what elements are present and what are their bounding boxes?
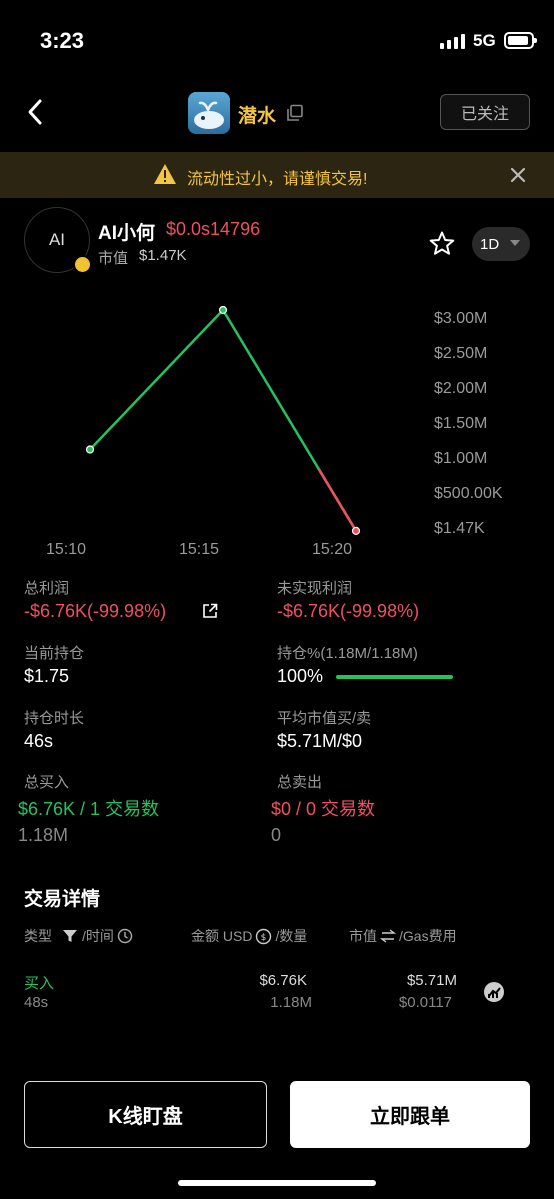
x-tick: 15:10 xyxy=(46,541,87,558)
duration-value: 46s xyxy=(24,731,54,751)
holding-progress-bar xyxy=(336,675,453,679)
duration-label: 持仓时长 xyxy=(24,710,85,727)
column-qty-label: /数量 xyxy=(275,928,308,944)
x-tick: 15:20 xyxy=(312,541,353,558)
total-buy-value: $6.76K / 1 交易数 xyxy=(18,799,160,819)
whale-logo-icon xyxy=(188,92,230,134)
status-time: 3:23 xyxy=(40,28,85,53)
y-tick: $1.50M xyxy=(434,415,488,432)
copy-trade-button[interactable]: 立即跟单 xyxy=(290,1081,530,1148)
trade-type: 买入 xyxy=(24,975,55,992)
x-tick: 15:15 xyxy=(179,541,220,558)
y-tick: $2.00M xyxy=(434,380,488,397)
price-chart: $3.00M $2.50M $2.00M $1.50M $1.00M $500.… xyxy=(0,290,554,570)
page-title: 潜水 xyxy=(238,106,277,127)
y-tick: $2.50M xyxy=(434,345,488,362)
total-sell-label: 总卖出 xyxy=(277,774,323,791)
data-point xyxy=(351,526,361,535)
signal-icon xyxy=(440,33,465,49)
external-link-icon[interactable] xyxy=(202,603,218,619)
star-icon[interactable] xyxy=(428,230,456,258)
kline-monitor-button[interactable]: K线盯盘 xyxy=(24,1081,267,1148)
unrealized-profit-value: -$6.76K(-99.98%) xyxy=(277,601,420,621)
total-sell-value: $0 / 0 交易数 xyxy=(271,799,376,819)
avg-mcap-value: $5.71M/$0 xyxy=(277,731,363,751)
home-indicator[interactable] xyxy=(178,1180,376,1186)
column-time-label: /时间 xyxy=(82,928,114,944)
swap-icon[interactable] xyxy=(380,929,396,943)
period-selector[interactable]: 1D xyxy=(472,227,530,261)
y-tick: $1.00M xyxy=(434,450,488,467)
network-label: 5G xyxy=(473,31,496,50)
token-price: $0.0s14796 xyxy=(166,219,261,239)
platform-badge-icon xyxy=(73,255,92,274)
y-tick: $3.00M xyxy=(434,310,488,327)
trade-amount: $6.76K xyxy=(259,972,307,989)
avg-mcap-label: 平均市值买/卖 xyxy=(277,710,372,727)
total-sell-quantity: 0 xyxy=(271,825,282,845)
trade-gas: $0.0117 xyxy=(398,994,452,1011)
warning-text: 流动性过小，请谨慎交易! xyxy=(187,171,368,188)
holding-pct-value: 100% xyxy=(277,666,324,686)
currency-switch-icon[interactable]: $ xyxy=(255,928,272,945)
followed-button[interactable]: 已关注 xyxy=(440,94,530,130)
trade-mcap: $5.71M xyxy=(406,972,457,989)
series-line-tail xyxy=(317,468,358,532)
chevron-left-icon xyxy=(28,99,42,125)
liquidity-warning-banner: 流动性过小，请谨慎交易! xyxy=(0,152,554,198)
clock-icon[interactable] xyxy=(117,928,133,944)
market-cap-label: 市值 xyxy=(98,250,129,267)
trade-details-title: 交易详情 xyxy=(24,889,101,910)
column-gas-label: /Gas费用 xyxy=(399,928,457,944)
filter-icon[interactable] xyxy=(61,928,79,944)
chart-link-icon[interactable] xyxy=(484,982,504,1002)
market-cap-value: $1.47K xyxy=(139,247,187,264)
caret-down-icon xyxy=(510,240,520,246)
column-header-amount: 金额 USD $ /数量 xyxy=(191,926,307,946)
total-buy-label: 总买入 xyxy=(24,774,70,791)
trade-quantity: 1.18M xyxy=(270,994,312,1011)
svg-text:$: $ xyxy=(261,933,267,943)
column-amount-label: 金额 USD xyxy=(191,928,253,944)
total-profit-label: 总利润 xyxy=(24,580,70,597)
trade-time: 48s xyxy=(24,994,49,1011)
y-tick: $500.00K xyxy=(434,485,503,502)
data-point xyxy=(218,305,228,315)
series-line-segment xyxy=(89,309,224,451)
total-buy-quantity: 1.18M xyxy=(18,825,69,845)
position-value: $1.75 xyxy=(24,666,70,686)
column-mcap-label: 市值 xyxy=(349,928,377,944)
header: 潜水 已关注 xyxy=(0,88,554,138)
back-button[interactable] xyxy=(18,94,54,130)
warning-icon xyxy=(153,163,177,185)
period-value: 1D xyxy=(480,235,500,253)
unrealized-profit-label: 未实现利润 xyxy=(277,580,353,597)
total-profit-value: -$6.76K(-99.98%) xyxy=(24,601,167,621)
column-header-mcap: 市值 /Gas费用 xyxy=(349,926,457,946)
column-type-label: 类型 xyxy=(24,928,52,944)
holding-pct-label: 持仓%(1.18M/1.18M) xyxy=(277,645,418,662)
status-bar: 3:23 5G xyxy=(0,0,554,80)
y-tick: $1.47K xyxy=(434,520,485,537)
token-name: AI小何 xyxy=(98,223,156,244)
battery-icon xyxy=(504,32,537,49)
column-header-type-time: 类型 /时间 xyxy=(24,926,133,946)
close-icon[interactable] xyxy=(506,163,530,187)
data-point xyxy=(85,445,95,454)
position-label: 当前持仓 xyxy=(24,645,85,662)
copy-icon[interactable] xyxy=(286,104,304,122)
